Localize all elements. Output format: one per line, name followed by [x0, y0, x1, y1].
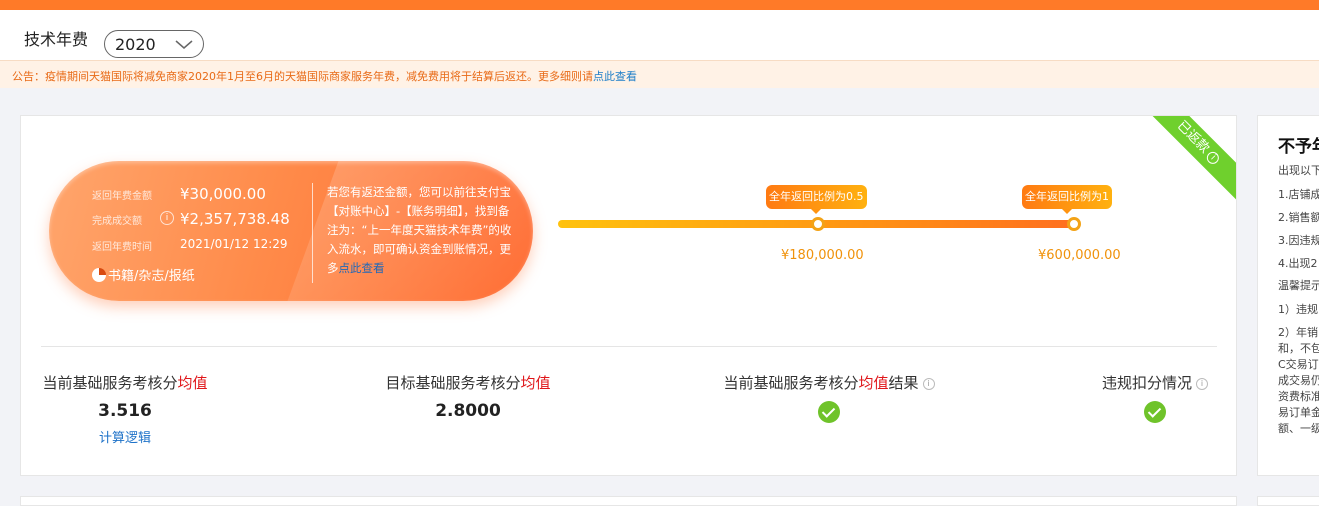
pill-divider — [312, 183, 313, 283]
side-line: 成交易仍 — [1278, 374, 1319, 387]
rules-side-panel: 不予年 出现以下 1.店铺成 2.销售额 3.因违规 4.出现2 温馨提示 1）… — [1257, 115, 1319, 476]
info-icon[interactable]: i — [1204, 149, 1222, 167]
page-title: 技术年费 — [24, 30, 89, 49]
milestone-amount-full: ¥600,000.00 — [1038, 248, 1121, 263]
year-select[interactable]: 2020 — [104, 30, 204, 58]
milestone-tag-full: 全年返回比例为1 — [1022, 185, 1112, 214]
metric-title-text: 当前基础服务考核分 — [723, 374, 859, 392]
metric-title: 违规扣分情况 i — [1093, 372, 1217, 393]
refund-time-value: 2021/01/12 12:29 — [180, 237, 288, 251]
annual-fee-card: 已返款i 返回年费金额 ¥30,000.00 完成成交额 i ¥2,357,73… — [20, 115, 1237, 476]
refund-amount-label: 返回年费金额 — [92, 191, 152, 202]
side-line: 额、一级 — [1278, 422, 1319, 435]
side-line: 1）违规 — [1278, 303, 1318, 316]
metric-title-highlight: 均值 — [177, 374, 208, 392]
next-side-card — [1257, 496, 1319, 506]
announcement-text: 公告：疫情期间天猫国际将减免商家2020年1月至6月的天猫国际商家服务年费，减免… — [12, 70, 593, 83]
metric-value: 3.516 — [98, 401, 152, 421]
chevron-down-icon — [175, 40, 193, 49]
side-line: C交易订 — [1278, 358, 1319, 371]
side-line: 2）年销 — [1278, 326, 1318, 339]
refund-summary-pill: 返回年费金额 ¥30,000.00 完成成交额 i ¥2,357,738.48 … — [49, 161, 533, 301]
calc-logic-link[interactable]: 计算逻辑 — [41, 427, 209, 446]
metric-target-score: 目标基础服务考核分均值 2.8000 — [378, 372, 558, 421]
section-divider — [41, 346, 1217, 347]
page-header: 技术年费 2020 — [0, 10, 1319, 60]
metric-title-text: 目标基础服务考核分 — [385, 374, 521, 392]
metric-current-result: 当前基础服务考核分均值结果 i — [714, 372, 944, 427]
side-line: 温馨提示 — [1278, 279, 1319, 292]
check-icon — [818, 401, 840, 423]
side-line: 1.店铺成 — [1278, 188, 1319, 201]
year-select-value: 2020 — [115, 35, 156, 54]
side-line: 出现以下 — [1278, 164, 1319, 177]
status-ribbon-label: 已返款 — [1173, 118, 1213, 157]
refund-time-label: 返回年费时间 — [92, 242, 152, 253]
metric-title: 当前基础服务考核分均值结果 i — [714, 372, 944, 393]
metric-title: 目标基础服务考核分均值 — [378, 372, 558, 393]
announcement-link[interactable]: 点此查看 — [593, 70, 637, 83]
check-icon — [1144, 401, 1166, 423]
announcement-bar: 公告：疫情期间天猫国际将减免商家2020年1月至6月的天猫国际商家服务年费，减免… — [0, 60, 1319, 88]
metric-violations: 违规扣分情况 i — [1093, 372, 1217, 427]
side-line: 易订单金 — [1278, 406, 1319, 419]
milestone-tag-half: 全年返回比例为0.5 — [766, 185, 867, 214]
top-accent-bar — [0, 0, 1319, 10]
refund-amount-value: ¥30,000.00 — [180, 185, 266, 203]
side-line: 4.出现2 — [1278, 257, 1318, 270]
metric-title: 当前基础服务考核分均值 — [41, 372, 209, 393]
milestone-node-half — [811, 217, 825, 231]
next-card — [20, 496, 1237, 506]
side-line: 2.销售额 — [1278, 211, 1319, 224]
metric-current-score: 当前基础服务考核分均值 3.516 计算逻辑 — [41, 372, 209, 446]
info-icon[interactable]: i — [1196, 378, 1208, 390]
category-text: 书籍/杂志/报纸 — [108, 269, 195, 284]
side-line: 和，不包 — [1278, 342, 1319, 355]
side-panel-title: 不予年 — [1278, 137, 1319, 157]
side-line: 3.因违规 — [1278, 234, 1319, 247]
side-line: 资费标准 — [1278, 390, 1319, 403]
metric-title-highlight: 均值 — [858, 374, 889, 392]
status-ribbon: 已返款i — [1135, 116, 1236, 206]
metric-title-text: 违规扣分情况 — [1101, 374, 1192, 392]
gmv-value: ¥2,357,738.48 — [180, 210, 290, 228]
metric-title-highlight: 均值 — [520, 374, 551, 392]
metric-title-suffix: 结果 — [888, 374, 919, 392]
metric-title-text: 当前基础服务考核分 — [42, 374, 178, 392]
category-label: 书籍/杂志/报纸 — [92, 265, 195, 284]
info-icon[interactable]: i — [922, 378, 935, 390]
milestone-amount-half: ¥180,000.00 — [781, 248, 864, 263]
refund-tip-link[interactable]: 点此查看 — [339, 261, 385, 275]
milestone-node-full — [1067, 217, 1081, 231]
info-icon[interactable]: i — [160, 211, 174, 225]
metric-value: 2.8000 — [435, 401, 501, 421]
refund-tip: 若您有返还金额，您可以前往支付宝【对账中心】-【账务明细】，找到备注为：“上一年… — [327, 183, 515, 278]
pie-icon — [92, 268, 106, 282]
